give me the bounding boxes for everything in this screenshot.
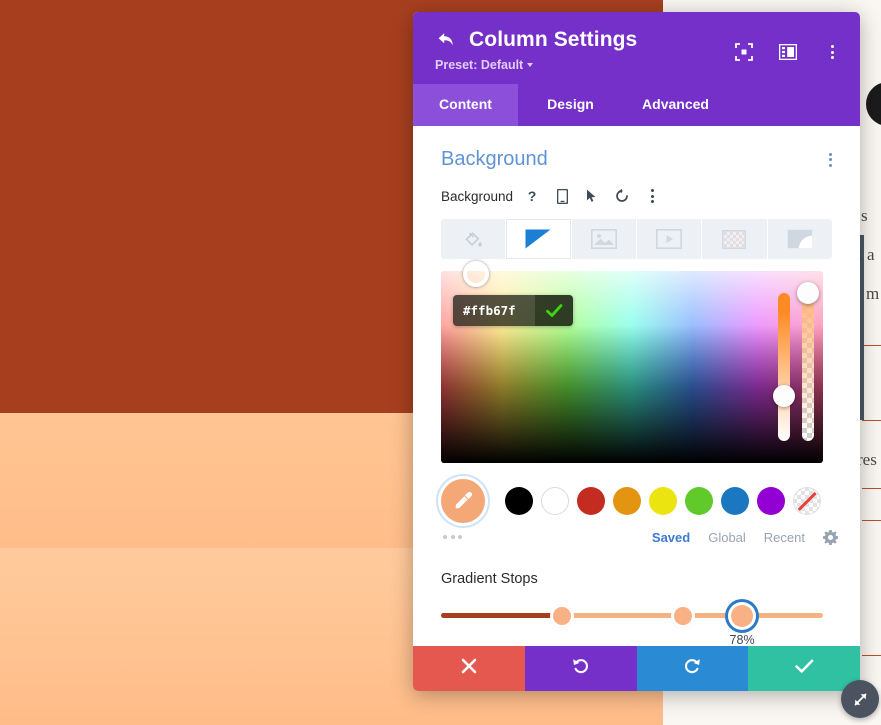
check-icon bbox=[794, 659, 814, 679]
hue-slider[interactable] bbox=[773, 293, 795, 441]
preset-dropdown[interactable]: Preset: Default bbox=[435, 58, 534, 72]
tab-advanced[interactable]: Advanced bbox=[623, 84, 728, 126]
palette-tab-group: Saved Global Recent bbox=[652, 529, 838, 545]
page-title: Column Settings bbox=[469, 28, 638, 51]
gradient-stop-value: 78% bbox=[729, 633, 755, 646]
close-icon bbox=[461, 658, 477, 679]
chevron-down-icon bbox=[527, 63, 534, 67]
preset-label: Preset: Default bbox=[435, 58, 524, 72]
hex-confirm-check-icon[interactable] bbox=[535, 295, 573, 326]
resize-diagonal-icon[interactable] bbox=[841, 680, 879, 718]
column-settings-modal: Column Settings Preset: Default Content … bbox=[413, 12, 860, 691]
swatch-red[interactable] bbox=[577, 487, 605, 515]
swatch-purple[interactable] bbox=[757, 487, 785, 515]
redo-button[interactable] bbox=[636, 646, 749, 691]
reset-icon[interactable] bbox=[611, 185, 633, 207]
swatch-blue[interactable] bbox=[721, 487, 749, 515]
modal-tab-bar: Content Design Advanced bbox=[413, 84, 860, 126]
hex-input[interactable]: #ffb67f bbox=[453, 295, 535, 326]
swatch-yellow[interactable] bbox=[649, 487, 677, 515]
modal-header: Column Settings Preset: Default bbox=[413, 12, 860, 84]
header-kebab-menu-icon[interactable] bbox=[822, 42, 842, 62]
undo-button[interactable] bbox=[524, 646, 637, 691]
eyedropper-icon[interactable] bbox=[441, 479, 485, 523]
more-dots-icon[interactable] bbox=[441, 529, 476, 545]
tab-design[interactable]: Design bbox=[518, 84, 623, 126]
saturation-cursor-handle[interactable] bbox=[463, 261, 489, 287]
undo-icon bbox=[572, 657, 590, 680]
header-icon-group bbox=[734, 42, 842, 62]
video-icon[interactable] bbox=[637, 219, 703, 259]
page-text-fragment: s bbox=[861, 206, 868, 225]
color-swatch-row bbox=[413, 463, 860, 523]
responsive-icon[interactable] bbox=[551, 185, 573, 207]
color-fill-icon[interactable] bbox=[441, 219, 507, 259]
gradient-icon[interactable] bbox=[506, 219, 572, 259]
palette-tab-global[interactable]: Global bbox=[708, 530, 746, 545]
focus-target-icon[interactable] bbox=[734, 42, 754, 62]
gear-icon[interactable] bbox=[823, 529, 838, 545]
page-divider bbox=[862, 520, 881, 521]
gradient-track-filled bbox=[441, 613, 559, 618]
hex-input-chip: #ffb67f bbox=[453, 295, 573, 326]
page-divider bbox=[862, 488, 881, 489]
page-divider bbox=[862, 655, 881, 656]
swatch-green[interactable] bbox=[685, 487, 713, 515]
save-button[interactable] bbox=[748, 646, 860, 691]
swatch-orange[interactable] bbox=[613, 487, 641, 515]
palette-meta-row: Saved Global Recent bbox=[413, 523, 860, 545]
palette-tab-recent[interactable]: Recent bbox=[764, 530, 805, 545]
gradient-stops-slider[interactable]: 78% bbox=[441, 605, 832, 646]
redo-icon bbox=[683, 657, 701, 680]
mask-icon[interactable] bbox=[768, 219, 832, 259]
alpha-slider[interactable] bbox=[797, 282, 819, 441]
swatch-white[interactable] bbox=[541, 487, 569, 515]
section-kebab-menu-icon[interactable] bbox=[825, 149, 836, 171]
page-divider bbox=[864, 345, 881, 346]
image-icon[interactable] bbox=[572, 219, 637, 259]
swatch-transparent[interactable] bbox=[793, 487, 821, 515]
gradient-stop-handle[interactable] bbox=[553, 607, 572, 625]
gradient-stops-title: Gradient Stops bbox=[441, 571, 538, 587]
background-field-label: Background bbox=[441, 188, 514, 204]
tab-content[interactable]: Content bbox=[413, 84, 518, 126]
page-text-fragment: m bbox=[866, 284, 880, 303]
swatch-black[interactable] bbox=[505, 487, 533, 515]
background-type-strip bbox=[441, 219, 832, 259]
pattern-icon[interactable] bbox=[702, 219, 768, 259]
section-title: Background bbox=[441, 148, 548, 170]
modal-action-bar bbox=[413, 646, 860, 691]
hue-slider-knob[interactable] bbox=[773, 385, 795, 407]
back-arrow-icon[interactable] bbox=[435, 29, 457, 51]
gradient-stop-handle[interactable] bbox=[674, 607, 693, 625]
cancel-button[interactable] bbox=[413, 646, 525, 691]
gradient-stop-handle-selected[interactable] bbox=[731, 605, 754, 627]
alpha-slider-knob[interactable] bbox=[797, 282, 819, 304]
page-divider bbox=[862, 420, 881, 421]
page-text-fragment: t a bbox=[858, 245, 875, 264]
modal-body: Background Background ? #ffb67f Saved Gl… bbox=[413, 126, 860, 646]
background-section-header: Background bbox=[413, 126, 860, 177]
color-picker: #ffb67f bbox=[441, 261, 832, 463]
hover-cursor-icon[interactable] bbox=[581, 185, 603, 207]
background-field-row: Background ? bbox=[413, 177, 860, 213]
palette-tab-saved[interactable]: Saved bbox=[652, 530, 690, 545]
field-kebab-menu-icon[interactable] bbox=[641, 185, 663, 207]
help-icon[interactable]: ? bbox=[521, 185, 543, 207]
layout-panel-icon[interactable] bbox=[778, 42, 798, 62]
